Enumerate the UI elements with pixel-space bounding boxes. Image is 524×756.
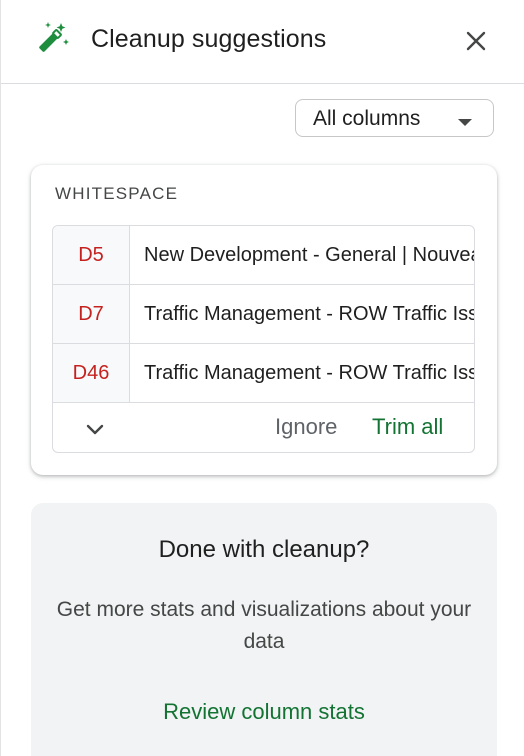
cell-reference: D5 [53,226,130,284]
cell-value: Traffic Management - ROW Traffic Issues [144,362,474,384]
cell-reference: D7 [53,285,130,343]
done-with-cleanup-card: Done with cleanup? Get more stats and vi… [31,503,497,756]
whitespace-suggestion-card: WHITESPACE D5 New Development - General … [31,165,497,475]
column-filter-value: All columns [313,107,421,130]
expand-button[interactable] [81,416,109,444]
close-icon [466,31,486,51]
column-filter-dropdown[interactable]: All columns [295,99,494,137]
table-row[interactable]: D5 New Development - General | Nouveau d… [53,226,474,285]
chevron-down-icon [86,424,104,435]
caret-down-icon [458,114,472,126]
cell-value: Traffic Management - ROW Traffic Issues [144,303,474,325]
trim-all-button[interactable]: Trim all [372,412,443,442]
section-label: WHITESPACE [55,184,179,203]
done-title: Done with cleanup? [158,536,370,563]
ignore-button[interactable]: Ignore [275,412,337,442]
cleanup-suggestions-panel: Cleanup suggestions All columns WHITESPA… [0,0,524,756]
close-button[interactable] [459,24,493,58]
cell-value: New Development - General | Nouveau déve… [144,244,474,266]
panel-header: Cleanup suggestions [1,0,524,84]
done-description: Get more stats and visualizations about … [56,598,472,653]
cell-reference: D46 [53,344,130,402]
card-actions: Ignore Trim all [53,403,474,452]
panel-title: Cleanup suggestions [91,25,327,53]
table-row[interactable]: D46 Traffic Management - ROW Traffic Iss… [53,344,474,403]
review-column-stats-link[interactable]: Review column stats [31,697,497,727]
magic-wand-icon [31,20,71,60]
affected-cells-table: D5 New Development - General | Nouveau d… [52,225,475,453]
table-row[interactable]: D7 Traffic Management - ROW Traffic Issu… [53,285,474,344]
